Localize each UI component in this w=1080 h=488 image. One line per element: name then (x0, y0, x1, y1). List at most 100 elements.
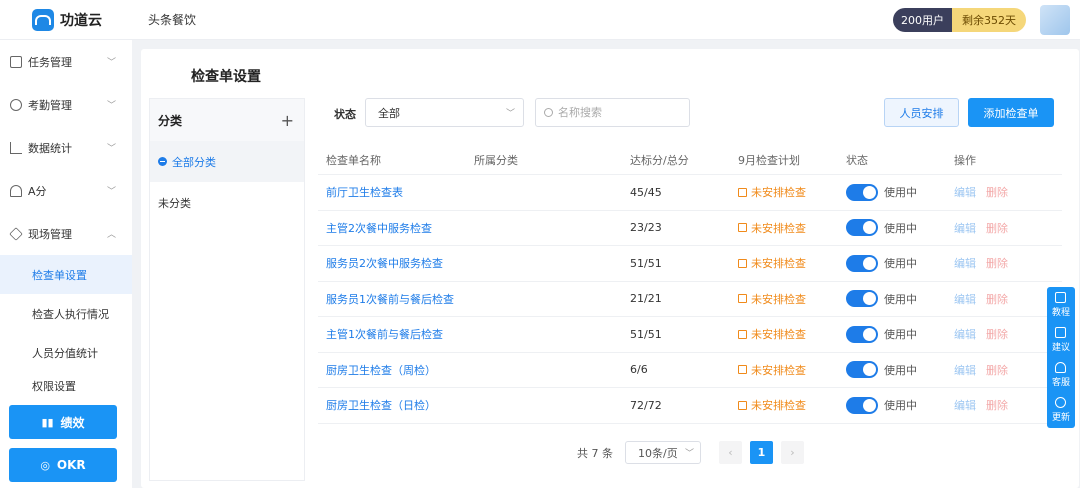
search-box[interactable] (535, 98, 690, 127)
status-toggle[interactable] (846, 325, 878, 343)
tool-update[interactable]: 更新 (1052, 397, 1070, 423)
col-header-status: 状态 (846, 153, 868, 167)
status-label: 使用中 (884, 328, 917, 342)
target-icon: ◎ (40, 458, 50, 472)
status-toggle[interactable] (846, 183, 878, 201)
delete-button[interactable]: 删除 (986, 364, 1008, 377)
table-row: 服务员2次餐中服务检查 51/51 未安排检查 使用中 编辑 删除 (318, 246, 1062, 282)
status-label: 使用中 (884, 292, 917, 306)
status-label: 使用中 (884, 221, 917, 235)
page-number-button[interactable]: 1 (750, 441, 773, 464)
tool-label: 教程 (1051, 307, 1070, 318)
delete-button[interactable]: 删除 (986, 293, 1008, 306)
plan-badge[interactable]: 200用户 剩余352天 (893, 7, 1026, 32)
performance-button[interactable]: ▮▮ 绩效 (9, 405, 117, 439)
status-select[interactable]: 全部 ﹀ (365, 98, 524, 127)
category-header: 分类 + (150, 99, 304, 141)
status-filter-label: 状态 (334, 108, 356, 121)
checklist-name-link[interactable]: 服务员1次餐前与餐后检查 (318, 291, 474, 307)
checklist-plan[interactable]: 未安排检查 (738, 397, 846, 413)
checklist-plan[interactable]: 未安排检查 (738, 220, 846, 236)
delete-button[interactable]: 删除 (986, 399, 1008, 412)
sidebar-sub-inspector-status[interactable]: 检查人执行情况 (0, 294, 132, 333)
checklist-name-link[interactable]: 服务员2次餐中服务检查 (318, 255, 474, 271)
add-category-icon[interactable]: + (281, 111, 294, 130)
checklist-plan[interactable]: 未安排检查 (738, 362, 846, 378)
edit-button[interactable]: 编辑 (954, 293, 976, 306)
checklist-plan-label: 未安排检查 (751, 399, 806, 413)
status-toggle[interactable] (846, 396, 878, 414)
tool-tutorial[interactable]: 教程 (1051, 291, 1070, 318)
checklist-name-link[interactable]: 厨房卫生检查（日检） (318, 397, 474, 413)
delete-button[interactable]: 删除 (986, 186, 1008, 199)
sidebar-item-tasks[interactable]: 任务管理 ﹀ (0, 40, 132, 83)
col-header-plan: 9月检查计划 (738, 153, 800, 167)
diamond-icon (1055, 397, 1067, 409)
checklist-plan[interactable]: 未安排检查 (738, 326, 846, 342)
bar-chart-icon: ▮▮ (41, 415, 54, 429)
table-row: 前厅卫生检查表 45/45 未安排检查 使用中 编辑 删除 (318, 175, 1062, 211)
delete-button[interactable]: 删除 (986, 222, 1008, 235)
sidebar-sub-score-stats[interactable]: 人员分值统计 (0, 333, 132, 372)
status-toggle[interactable] (846, 361, 878, 379)
prev-page-button[interactable]: ‹ (719, 441, 742, 464)
checklist-name-link[interactable]: 前厅卫生检查表 (318, 184, 474, 200)
category-label: 未分类 (158, 196, 191, 210)
sidebar-item-label: A分 (28, 184, 47, 198)
col-header-name: 检查单名称 (326, 153, 381, 167)
category-item-uncategorized[interactable]: 未分类 (150, 182, 304, 223)
edit-button[interactable]: 编辑 (954, 364, 976, 377)
status-toggle[interactable] (846, 290, 878, 308)
tool-feedback[interactable]: 建议 (1051, 326, 1070, 353)
edit-button[interactable]: 编辑 (954, 328, 976, 341)
checklist-plan[interactable]: 未安排检查 (738, 255, 846, 271)
delete-button[interactable]: 删除 (986, 257, 1008, 270)
checklist-name-link[interactable]: 主管2次餐中服务检查 (318, 220, 474, 236)
sidebar-item-ascore[interactable]: A分 ﹀ (0, 169, 132, 212)
avatar[interactable] (1040, 4, 1070, 35)
checklist-name-link[interactable]: 主管1次餐前与餐后检查 (318, 326, 474, 342)
okr-button[interactable]: ◎ OKR (9, 448, 117, 482)
status-toggle[interactable] (846, 254, 878, 272)
checklist-plan[interactable]: 未安排检查 (738, 291, 846, 307)
staff-arrange-button[interactable]: 人员安排 (884, 98, 959, 127)
edit-button[interactable]: 编辑 (954, 222, 976, 235)
checklist-score: 45/45 (630, 185, 662, 199)
status-toggle[interactable] (846, 219, 878, 237)
sidebar-sub-checklist-settings[interactable]: 检查单设置 (0, 255, 132, 294)
task-icon (10, 55, 22, 68)
status-select-value: 全部 (378, 106, 400, 120)
tool-support[interactable]: 客服 (1052, 362, 1070, 388)
checklist-status: 使用中 (846, 361, 954, 379)
calendar-icon (738, 294, 747, 304)
col-header-score: 达标分/总分 (630, 153, 689, 167)
brand-logo[interactable]: 功道云 (32, 8, 148, 31)
sidebar-item-attendance[interactable]: 考勤管理 ﹀ (0, 83, 132, 126)
edit-button[interactable]: 编辑 (954, 186, 976, 199)
edit-button[interactable]: 编辑 (954, 399, 976, 412)
sidebar: 任务管理 ﹀ 考勤管理 ﹀ 数据统计 ﹀ A分 ﹀ 现场管理 ︿ 检查单设置 检… (0, 40, 132, 488)
checklist-plan[interactable]: 未安排检查 (738, 184, 846, 200)
col-header-actions: 操作 (954, 153, 976, 167)
checklist-score: 21/21 (630, 292, 662, 306)
attendance-icon (10, 98, 22, 111)
checklist-plan-label: 未安排检查 (751, 257, 806, 271)
calendar-icon (738, 365, 747, 375)
sidebar-item-stats[interactable]: 数据统计 ﹀ (0, 126, 132, 169)
page-size-select[interactable]: 10条/页 ﹀ (625, 441, 701, 464)
checklist-name-link[interactable]: 厨房卫生检查（周检） (318, 362, 474, 378)
next-page-button[interactable]: › (781, 441, 804, 464)
org-name: 头条餐饮 (148, 13, 197, 27)
sidebar-sub-permissions[interactable]: 权限设置 (0, 372, 132, 394)
page-size-value: 10条/页 (638, 446, 678, 460)
edit-button[interactable]: 编辑 (954, 257, 976, 270)
delete-button[interactable]: 删除 (986, 328, 1008, 341)
sidebar-item-onsite[interactable]: 现场管理 ︿ (0, 212, 132, 255)
pagination: 共 7 条 10条/页 ﹀ ‹ 1 › (577, 441, 812, 464)
search-input[interactable] (558, 106, 678, 119)
category-item-all[interactable]: 全部分类 (150, 141, 304, 182)
add-checklist-button[interactable]: 添加检查单 (968, 98, 1054, 127)
tool-label: 建议 (1051, 342, 1070, 353)
sidebar-item-label: 考勤管理 (28, 98, 72, 112)
okr-label: OKR (56, 458, 86, 472)
